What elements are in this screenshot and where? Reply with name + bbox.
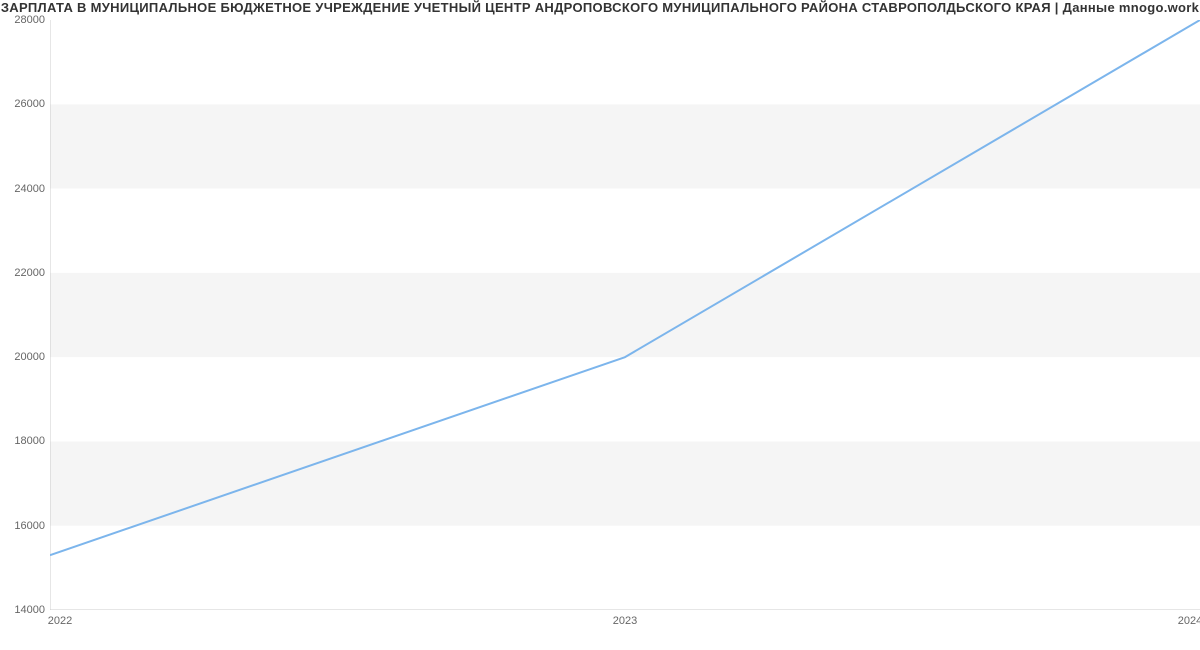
y-tick-label: 28000 [5,14,45,26]
y-tick-label: 14000 [5,604,45,616]
chart-title: ЗАРПЛАТА В МУНИЦИПАЛЬНОЕ БЮДЖЕТНОЕ УЧРЕЖ… [0,0,1200,15]
y-tick-label: 22000 [5,267,45,279]
y-tick-label: 18000 [5,435,45,447]
x-tick-label: 2023 [613,615,637,627]
y-tick-label: 26000 [5,98,45,110]
y-tick-label: 20000 [5,351,45,363]
y-tick-label: 16000 [5,520,45,532]
plot-area [50,20,1200,610]
chart-container: ЗАРПЛАТА В МУНИЦИПАЛЬНОЕ БЮДЖЕТНОЕ УЧРЕЖ… [0,0,1200,650]
x-tick-label: 2022 [48,615,72,627]
y-tick-label: 24000 [5,183,45,195]
x-tick-label: 2024 [1178,615,1200,627]
